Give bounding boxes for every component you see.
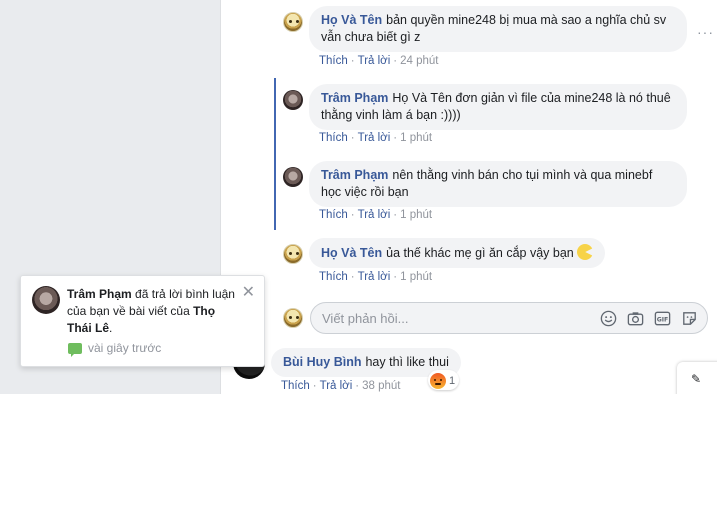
notification-end: .	[109, 321, 113, 335]
like-link[interactable]: Thích	[319, 271, 348, 283]
comment-author[interactable]: Bùi Huy Bình	[283, 355, 361, 369]
gif-icon[interactable]: GIF	[653, 309, 672, 328]
comment-text: ủa thế khác mẹ gì ăn cắp vậy bạn	[386, 246, 574, 260]
reply-input[interactable]: Viết phản hồi... GIF	[310, 302, 708, 334]
comment-bubble: Trâm Phạm nên thằng vinh bán cho tụi mình…	[309, 161, 687, 207]
pacman-emoji-icon	[577, 244, 594, 260]
reply-link[interactable]: Trả lời	[358, 209, 391, 221]
like-link[interactable]: Thích	[281, 380, 310, 392]
comment-actions: Thích · Trả lời · 38 phút	[281, 380, 401, 392]
like-link[interactable]: Thích	[319, 55, 348, 67]
comment-time[interactable]: 24 phút	[400, 55, 438, 67]
chat-tab-peek[interactable]: ✎	[677, 362, 717, 394]
notification-time: vài giây trước	[88, 341, 162, 355]
comment-bubble: Trâm Phạm Họ Và Tên đơn giản vì file của …	[309, 84, 687, 130]
like-link[interactable]: Thích	[319, 209, 348, 221]
reply-link[interactable]: Trả lời	[358, 132, 391, 144]
comment-author[interactable]: Trâm Phạm	[321, 91, 388, 105]
like-link[interactable]: Thích	[319, 132, 348, 144]
reply-tools: GIF	[599, 309, 699, 328]
reply-placeholder: Viết phản hồi...	[322, 311, 409, 326]
chat-tab-icon: ✎	[691, 372, 702, 386]
comment-actions: Thích · Trả lời · 24 phút	[319, 55, 439, 67]
reply-link[interactable]: Trả lời	[358, 271, 391, 283]
commenter-avatar[interactable]	[283, 12, 303, 32]
reply-link[interactable]: Trả lời	[320, 380, 353, 392]
comment-actions: Thích · Trả lời · 1 phút	[319, 271, 433, 283]
notification-actor: Trâm Phạm	[67, 287, 132, 301]
comment-icon	[68, 342, 82, 357]
reaction-summary[interactable]: 1	[428, 370, 460, 390]
close-icon[interactable]: ✕	[242, 282, 255, 302]
comment-bubble: Họ Và Tên bản quyền mine248 bị mua mà sao…	[309, 6, 687, 52]
reply-thread-line	[274, 78, 276, 230]
angry-icon	[430, 372, 446, 389]
emoji-icon[interactable]	[599, 309, 618, 328]
comment-time[interactable]: 1 phút	[400, 132, 432, 144]
comment-actions: Thích · Trả lời · 1 phút	[319, 209, 433, 221]
comment-actions: Thích · Trả lời · 1 phút	[319, 132, 433, 144]
commenter-avatar[interactable]	[283, 90, 303, 110]
notification-text: Trâm Phạm đã trả lời bình luận của bạn v…	[67, 286, 237, 337]
comment-text: hay thì like thui	[365, 355, 449, 369]
commenter-avatar[interactable]	[283, 244, 303, 264]
notification-popup[interactable]: Trâm Phạm đã trả lời bình luận của bạn v…	[20, 275, 265, 367]
camera-icon[interactable]	[626, 309, 645, 328]
comment-author[interactable]: Họ Và Tên	[321, 13, 382, 27]
svg-text:GIF: GIF	[657, 317, 669, 324]
comment-author[interactable]: Họ Và Tên	[321, 246, 382, 260]
notification-avatar	[32, 286, 60, 314]
sticker-icon[interactable]	[680, 309, 699, 328]
comment-time[interactable]: 38 phút	[362, 380, 400, 392]
comment-time[interactable]: 1 phút	[400, 209, 432, 221]
reply-link[interactable]: Trả lời	[358, 55, 391, 67]
comment-author[interactable]: Trâm Phạm	[321, 168, 388, 182]
my-avatar	[283, 308, 303, 328]
commenter-avatar[interactable]	[283, 167, 303, 187]
more-options-icon[interactable]: ···	[697, 24, 714, 40]
comment-time[interactable]: 1 phút	[400, 271, 432, 283]
notification-time-row: vài giây trước	[68, 341, 162, 357]
screenshot-area: ··· Họ Và Tên bản quyền mine248 bị mua mà…	[0, 0, 717, 394]
comment-bubble: Họ Và Tên ủa thế khác mẹ gì ăn cắp vậy bạ…	[309, 238, 606, 268]
reaction-count: 1	[449, 374, 456, 387]
